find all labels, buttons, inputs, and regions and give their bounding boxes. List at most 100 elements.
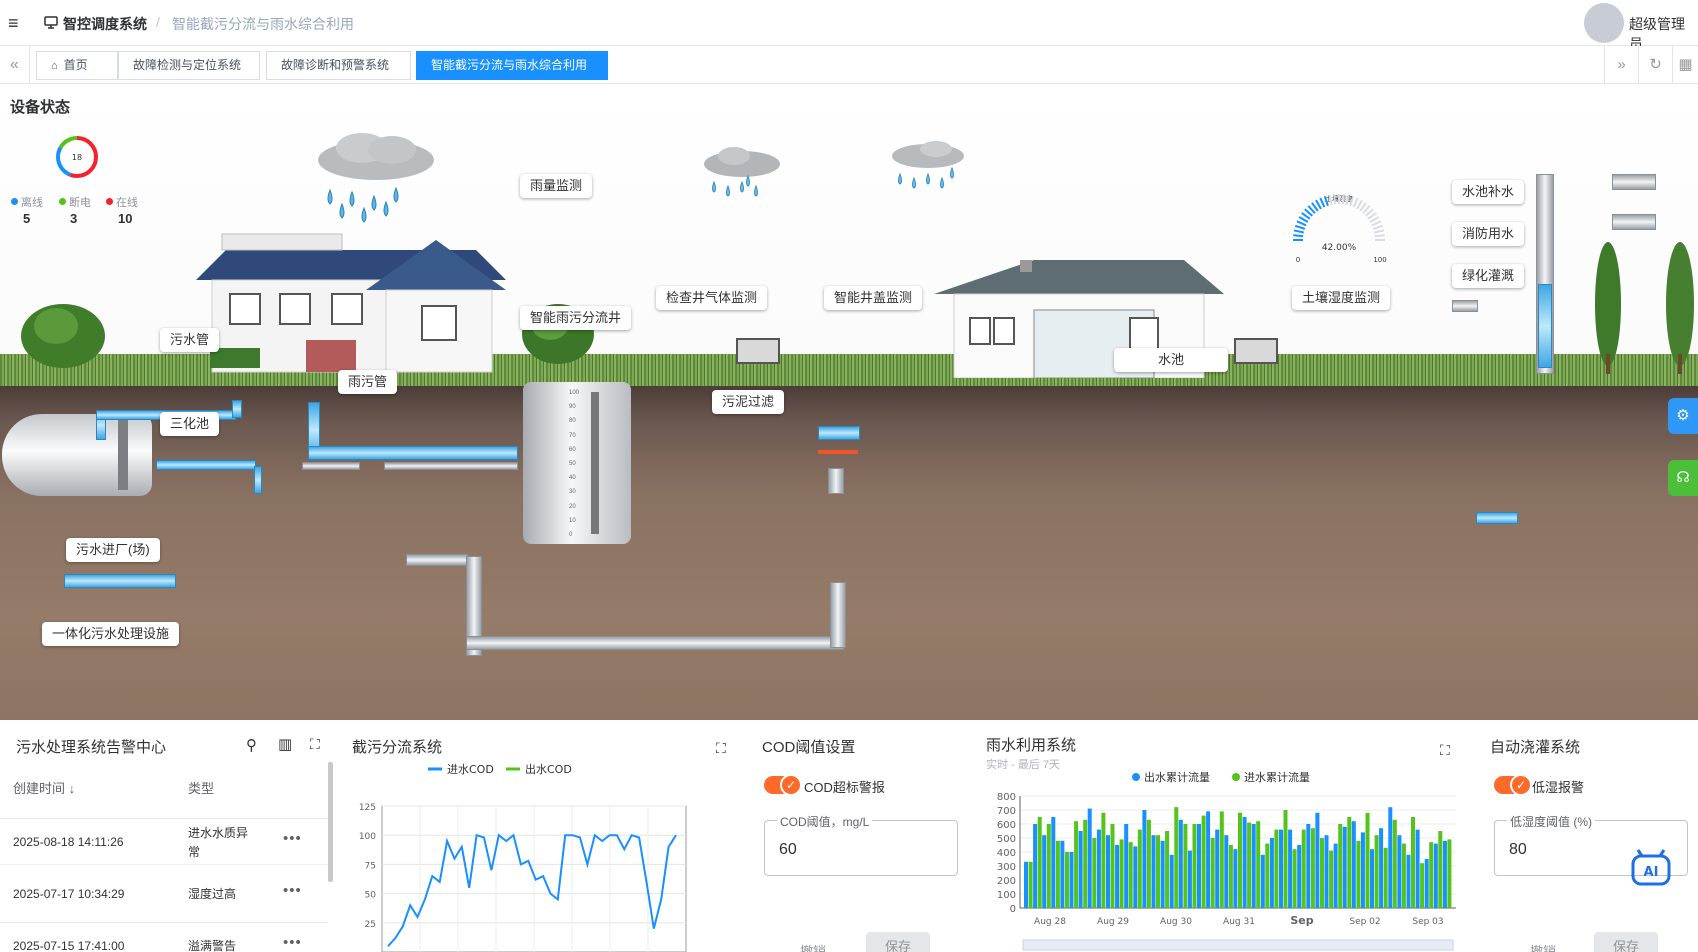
label-sludge-filter[interactable]: 污泥过滤 <box>712 390 785 414</box>
bar-outflow <box>1351 821 1356 908</box>
legend-dot-offline <box>11 198 18 205</box>
col-type[interactable]: 类型 <box>188 778 214 797</box>
alarm-scrollbar[interactable] <box>328 762 333 882</box>
check-icon-2: ✓ <box>1510 774 1532 796</box>
label-plant-inlet[interactable]: 污水进厂(场) <box>66 538 160 562</box>
sort-down-icon[interactable]: ↓ <box>69 781 76 796</box>
rainuse-fullscreen-icon[interactable]: ⛶ <box>1440 742 1450 759</box>
tab-home-label: 首页 <box>63 58 88 72</box>
search-icon[interactable]: ⚲ <box>246 736 257 754</box>
topsoil-band <box>0 378 1698 456</box>
bar-inflow <box>1119 839 1124 908</box>
label-sewage-pipe[interactable]: 污水管 <box>160 328 220 352</box>
tab-smart-diversion[interactable]: 智能截污分流与雨水综合利用 <box>416 51 608 80</box>
bar-outflow <box>1269 838 1274 908</box>
line-chart-ytick: 125 <box>359 803 376 813</box>
label-mixed-pipe[interactable]: 雨污管 <box>338 370 398 394</box>
right-pipe-segment <box>1476 512 1518 524</box>
septic-outlet-riser <box>254 466 262 494</box>
columns-icon[interactable]: ▥ <box>278 735 292 753</box>
irrigation-cancel-button[interactable]: 撤销 <box>1530 941 1556 952</box>
scroll-right-icon[interactable]: » <box>1604 46 1638 84</box>
cod-save-button[interactable]: 保存 <box>866 932 930 952</box>
alarm-row-1-more-button[interactable]: ••• <box>283 830 302 847</box>
tab-home[interactable]: ⌂ 首页 <box>36 51 118 80</box>
alarm-row-1-type: 进水水质异常 <box>188 826 249 859</box>
tank-tick-label: 80 <box>569 418 576 425</box>
alarm-row-2-more-button[interactable]: ••• <box>283 882 302 899</box>
legend-online-label: 在线 <box>116 197 138 209</box>
label-pool-refill[interactable]: 水池补水 <box>1452 180 1525 204</box>
col-created-time[interactable]: 创建时间 ↓ <box>13 778 75 797</box>
bar-outflow <box>1187 850 1192 908</box>
alarm-row-3-more-button[interactable]: ••• <box>283 934 302 951</box>
cod-alarm-toggle[interactable]: ✓ <box>764 774 802 796</box>
ring-total: 18 <box>72 153 82 162</box>
gas-monitor-cover <box>736 338 780 364</box>
label-pool[interactable]: 水池 <box>1114 348 1229 372</box>
bar-outflow <box>1178 819 1183 908</box>
rainwater-bar-chart: 出水累计流量 进水累计流量 800 700 600 500 400 300 200 100 0 Aug… <box>997 770 1456 951</box>
settings-side-button[interactable]: ⚙ <box>1668 398 1698 434</box>
hamburger-icon[interactable]: ≡ <box>8 13 28 33</box>
brand-title[interactable]: 智控调度系统 <box>63 14 147 34</box>
irrigation-save-button[interactable]: 保存 <box>1594 932 1658 952</box>
house-icon <box>196 233 506 373</box>
tank-tick-label: 10 <box>569 517 576 524</box>
service-side-button[interactable]: ☊ <box>1668 460 1698 496</box>
label-irrigation[interactable]: 绿化灌溉 <box>1452 264 1525 288</box>
legend-inflow: 进水累计流量 <box>1244 770 1310 784</box>
bar-outflow <box>1033 824 1038 908</box>
label-soil-humidity[interactable]: 土壤湿度监测 <box>1292 286 1391 310</box>
bar-inflow <box>1137 829 1142 908</box>
alarm-panel-title: 污水处理系统告警中心 <box>16 739 167 756</box>
gray-return-pipe-top <box>406 554 468 566</box>
label-rain-monitor[interactable]: 雨量监测 <box>520 174 593 198</box>
cod-threshold-field[interactable]: COD阈值，mg/L 60 <box>764 813 958 876</box>
gray-pipe-2 <box>384 462 518 470</box>
bar-chart-ytick: 600 <box>997 820 1016 831</box>
legend-inflow-dot <box>1232 773 1240 781</box>
check-icon: ✓ <box>780 774 802 796</box>
svg-text:AI: AI <box>1644 865 1659 880</box>
label-fire-water[interactable]: 消防用水 <box>1452 222 1525 246</box>
breadcrumb-separator: / <box>156 14 160 30</box>
irrigation-panel-title: 自动浇灌系统 <box>1490 739 1581 756</box>
tree-icon <box>21 304 105 368</box>
bar-inflow <box>1210 838 1215 908</box>
col-created-time-label: 创建时间 <box>13 781 66 796</box>
cod-panel-title: COD阈值设置 <box>762 739 856 756</box>
cod-cancel-button[interactable]: 撤销 <box>800 941 826 952</box>
low-humidity-toggle[interactable]: ✓ <box>1494 774 1532 796</box>
bar-inflow <box>1274 829 1279 908</box>
label-septic[interactable]: 三化池 <box>160 412 220 436</box>
bar-outflow <box>1360 832 1365 908</box>
ai-assistant-icon[interactable]: AI <box>1630 848 1672 890</box>
avatar[interactable] <box>1584 3 1624 43</box>
refresh-icon[interactable]: ↻ <box>1638 46 1672 84</box>
bar-outflow <box>1288 829 1293 908</box>
bar-outflow <box>1370 849 1374 908</box>
fullscreen-icon[interactable]: ⛶ <box>310 736 320 753</box>
alarm-row-2-time: 2025-07-17 10:34:29 <box>13 887 125 901</box>
line-chart-ytick: 25 <box>365 920 376 930</box>
tab-fault-detection[interactable]: 故障检测与定位系统 <box>118 51 260 80</box>
gauge-tick <box>1356 199 1363 210</box>
tab-fault-diagnosis[interactable]: 故障诊断和预警系统 <box>266 51 411 80</box>
grid-menu-icon[interactable]: ▦ <box>1672 46 1698 84</box>
label-smart-cover[interactable]: 智能井盖监测 <box>824 286 923 310</box>
label-treatment-facility[interactable]: 一体化污水处理设施 <box>42 622 180 646</box>
bar-inflow <box>1383 847 1388 908</box>
label-smart-well[interactable]: 智能雨污分流井 <box>520 306 632 330</box>
line-chart-ytick: 75 <box>365 861 376 871</box>
tree-row-icon <box>1595 242 1694 374</box>
bar-outflow <box>1224 835 1229 908</box>
label-gas-monitor[interactable]: 检查井气体监测 <box>656 286 768 310</box>
supply-outlet-1 <box>1612 174 1656 190</box>
bar-outflow <box>1060 840 1065 908</box>
bar-outflow <box>1069 852 1074 908</box>
scroll-left-icon[interactable]: « <box>0 46 30 84</box>
bar-inflow <box>1247 822 1252 908</box>
cod-alarm-label: COD超标警报 <box>804 780 885 795</box>
rainuse-panel-title: 雨水利用系统 <box>986 737 1077 754</box>
